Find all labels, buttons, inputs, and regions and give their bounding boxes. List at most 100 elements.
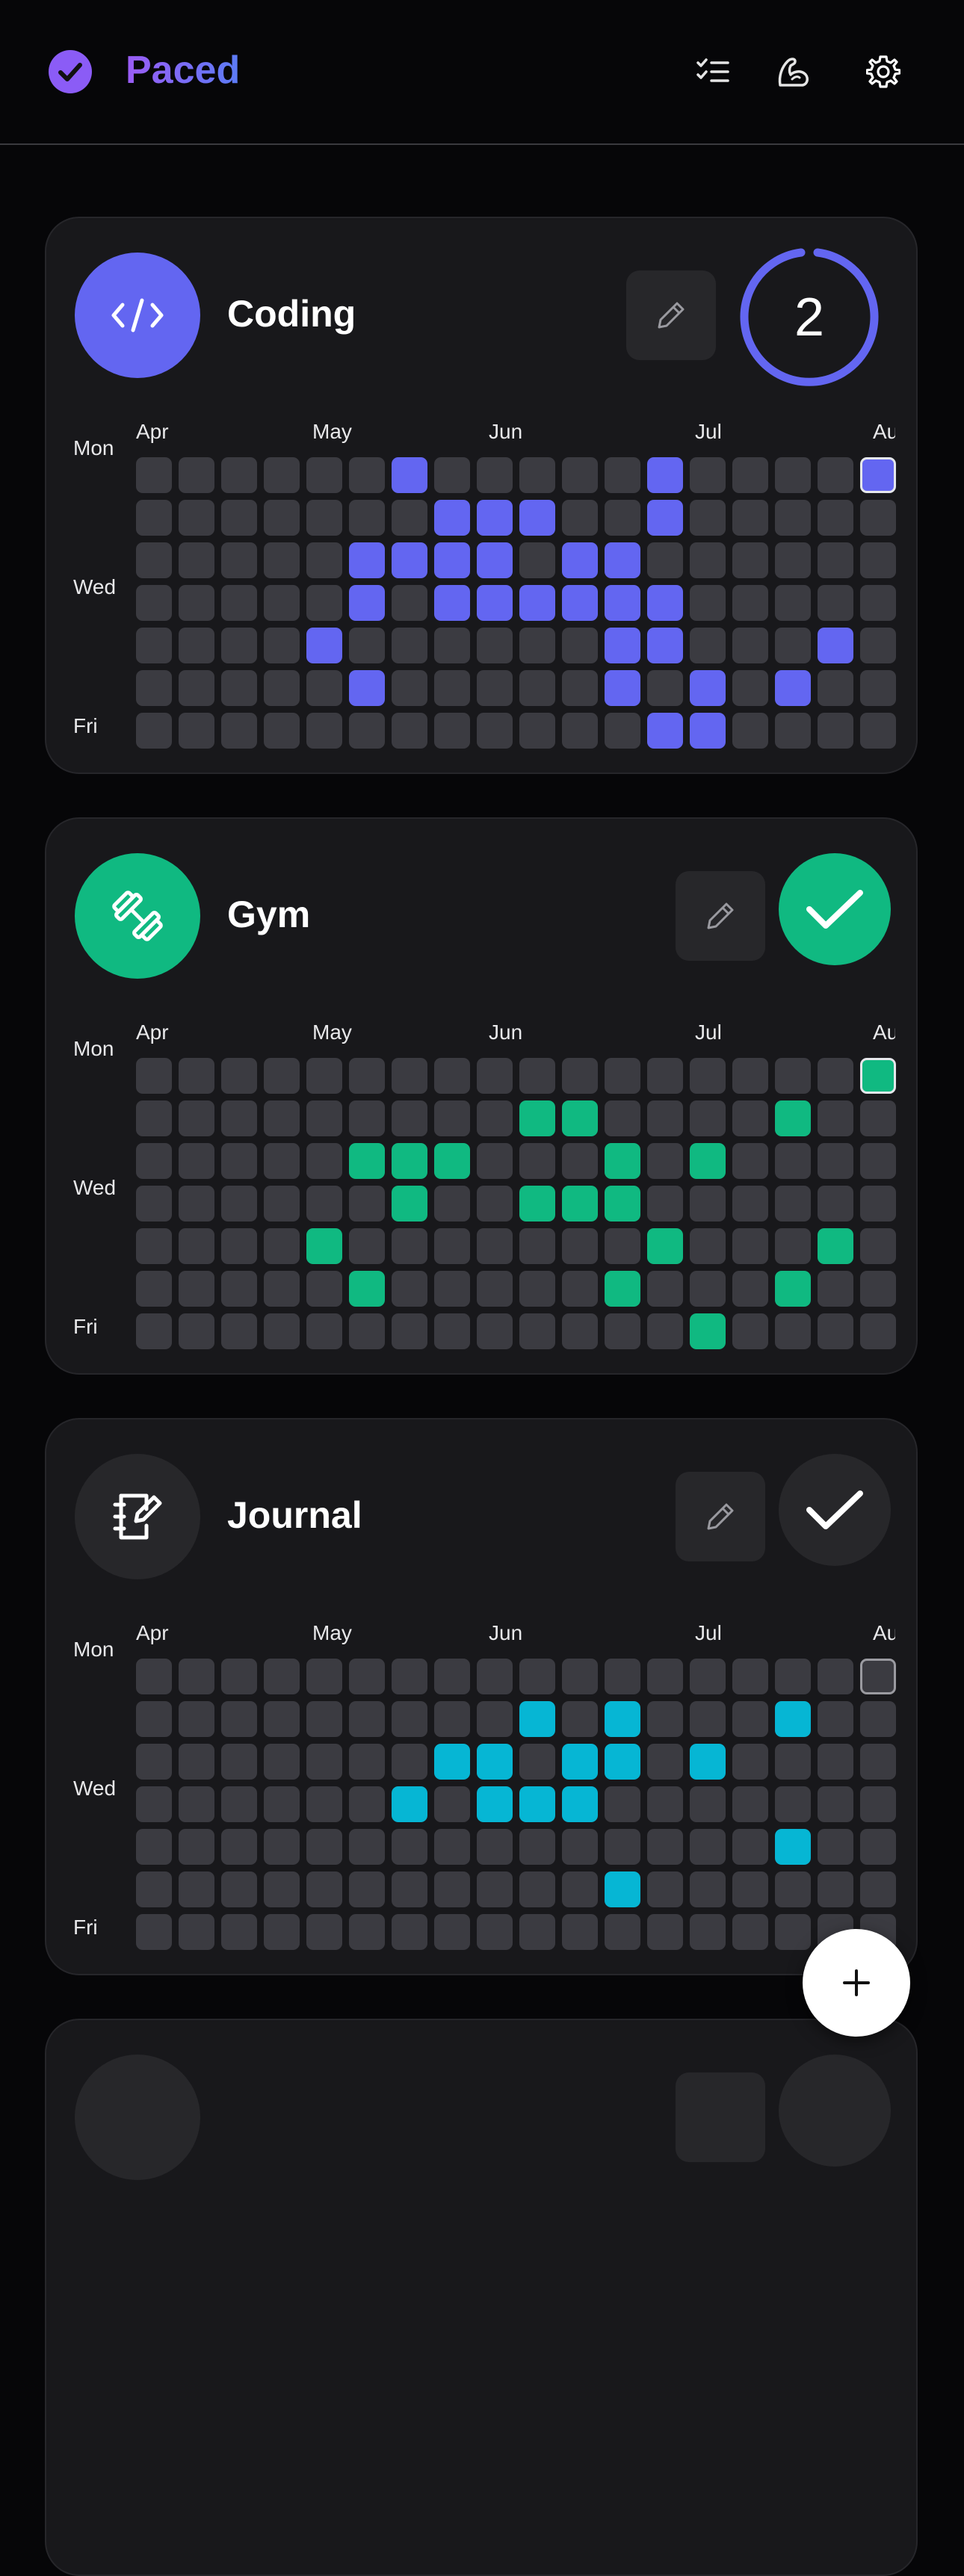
month-label: Au — [873, 420, 895, 443]
grid-cell — [392, 670, 427, 706]
grid-cell — [264, 542, 300, 578]
grid-cell — [519, 1786, 555, 1822]
grid-cell — [732, 457, 768, 493]
grid-cell — [179, 1829, 214, 1865]
grid-cell — [477, 1143, 513, 1179]
grid-cell — [519, 1659, 555, 1694]
grid-cell — [647, 585, 683, 621]
grid-cell — [562, 1829, 598, 1865]
grid-cell — [349, 1186, 385, 1222]
grid-cell — [605, 1871, 640, 1907]
grid-cell — [562, 1659, 598, 1694]
grid-cell — [221, 1313, 257, 1349]
grid-cell — [860, 1659, 896, 1694]
grid-cell — [434, 1786, 470, 1822]
journal-icon — [113, 1493, 162, 1540]
grid-cell — [562, 542, 598, 578]
grid-cell — [477, 713, 513, 749]
grid-cell — [264, 1271, 300, 1307]
grid-cell — [647, 1143, 683, 1179]
grid-cell — [221, 1271, 257, 1307]
grid-cell — [264, 1228, 300, 1264]
grid-cell — [306, 1313, 342, 1349]
grid-cell — [434, 542, 470, 578]
grid-cell — [647, 457, 683, 493]
complete-toggle-button[interactable] — [779, 2055, 891, 2167]
complete-toggle-button[interactable] — [779, 853, 891, 965]
grid-cell — [179, 585, 214, 621]
grid-cell — [264, 628, 300, 663]
grid-cell — [179, 1058, 214, 1094]
month-label: Apr — [136, 1021, 169, 1044]
grid-cell — [647, 1871, 683, 1907]
grid-cell — [818, 1143, 853, 1179]
grid-cell — [647, 1829, 683, 1865]
grid-cell — [392, 1058, 427, 1094]
month-label: May — [312, 1621, 352, 1644]
grid-cell — [562, 713, 598, 749]
grid-cell — [562, 1143, 598, 1179]
grid-cell — [179, 457, 214, 493]
grid-cell — [136, 628, 172, 663]
grid-cell — [775, 1058, 811, 1094]
habit-avatar — [75, 253, 200, 378]
grid-cell — [136, 1271, 172, 1307]
grid-cell — [562, 1100, 598, 1136]
month-label: Jun — [489, 1621, 523, 1644]
grid-cell — [349, 1228, 385, 1264]
grid-cell — [605, 1313, 640, 1349]
grid-cell — [775, 1744, 811, 1780]
grid-cell — [562, 500, 598, 536]
grid-cell — [775, 1271, 811, 1307]
grid-cell — [818, 1659, 853, 1694]
grid-cell — [349, 500, 385, 536]
grid-cell — [136, 1871, 172, 1907]
grid-cell — [349, 1829, 385, 1865]
edit-habit-button[interactable] — [676, 1472, 765, 1561]
grid-cell — [519, 1914, 555, 1950]
settings-button[interactable] — [861, 49, 906, 94]
grid-cell — [477, 670, 513, 706]
grid-cell — [434, 585, 470, 621]
grid-cell — [221, 713, 257, 749]
grid-cell — [392, 1100, 427, 1136]
grid-cell — [434, 1914, 470, 1950]
grid-cell — [306, 1914, 342, 1950]
grid-cell — [562, 585, 598, 621]
grid-cell — [179, 670, 214, 706]
grid-cell — [349, 457, 385, 493]
grid-cell — [860, 1313, 896, 1349]
grid-cell — [519, 1100, 555, 1136]
grid-cell — [818, 1228, 853, 1264]
streak-counter[interactable]: 2 — [738, 247, 880, 388]
grid-cell — [562, 628, 598, 663]
grid-cell — [562, 457, 598, 493]
grid-cell — [477, 1786, 513, 1822]
habits-list-button[interactable] — [690, 49, 735, 94]
grid-cell — [221, 500, 257, 536]
edit-habit-button[interactable] — [626, 270, 716, 360]
grid-cell — [179, 1871, 214, 1907]
grid-cell — [306, 1058, 342, 1094]
pencil-icon — [707, 902, 734, 929]
checklist-icon — [696, 58, 729, 82]
edit-habit-button[interactable] — [676, 2072, 765, 2162]
workouts-button[interactable] — [771, 49, 816, 94]
grid-cell — [690, 1100, 726, 1136]
grid-cell — [605, 585, 640, 621]
grid-cell — [434, 500, 470, 536]
grid-cell — [264, 1659, 300, 1694]
grid-cell — [392, 1829, 427, 1865]
grid-cell — [775, 1186, 811, 1222]
edit-habit-button[interactable] — [676, 871, 765, 961]
grid-cell — [221, 1786, 257, 1822]
grid-cell — [477, 542, 513, 578]
grid-cell — [477, 1701, 513, 1737]
complete-toggle-button[interactable] — [779, 1454, 891, 1566]
grid-cell — [221, 1871, 257, 1907]
grid-cell — [732, 1100, 768, 1136]
add-habit-button[interactable] — [803, 1929, 910, 2037]
grid-cell — [136, 585, 172, 621]
grid-cell — [690, 1701, 726, 1737]
code-icon — [111, 298, 164, 332]
